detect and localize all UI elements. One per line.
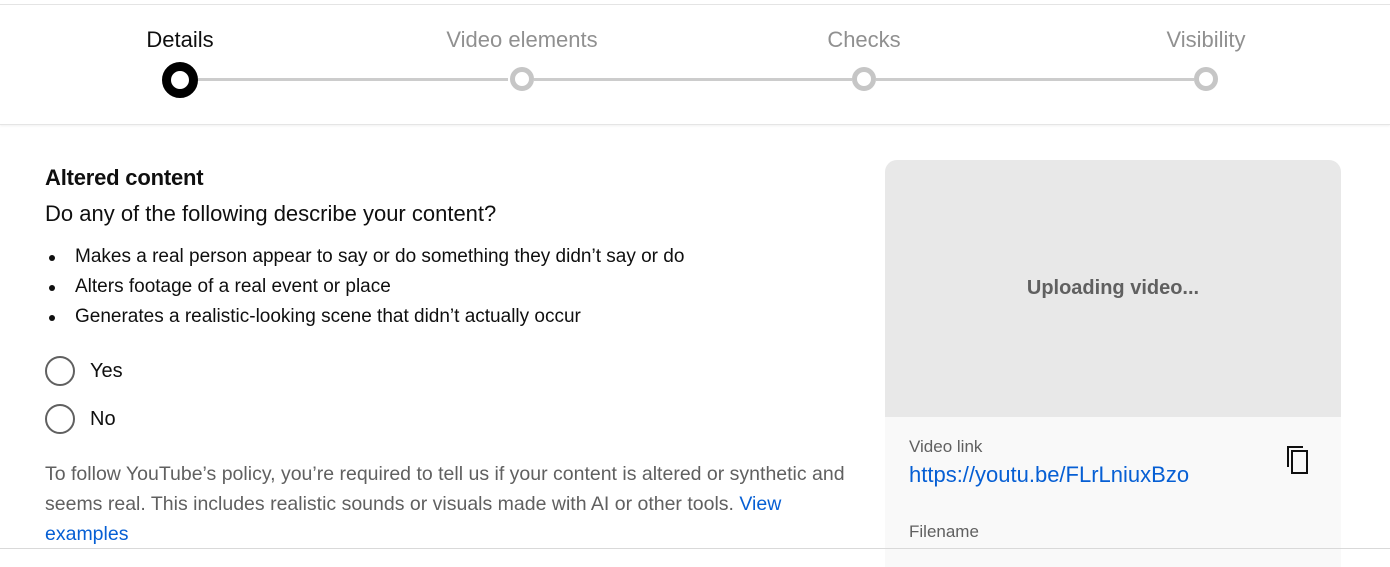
radio-yes[interactable] [45, 356, 75, 386]
step-video-elements-dot[interactable] [510, 67, 534, 91]
stepper-line [876, 78, 1194, 81]
step-details-label[interactable]: Details [60, 27, 300, 53]
radio-no-label[interactable]: No [90, 408, 116, 431]
upload-stepper: Details Video elements Checks Visibility [0, 5, 1390, 125]
video-link[interactable]: https://youtu.be/FLrLniuxBzo [909, 462, 1189, 488]
radio-yes-label[interactable]: Yes [90, 360, 123, 383]
stepper-line [198, 78, 508, 81]
step-checks-dot[interactable] [852, 67, 876, 91]
copy-icon[interactable] [1281, 442, 1317, 478]
altered-yes-option[interactable]: Yes [45, 356, 123, 386]
video-preview-card: Uploading video... Video link https://yo… [885, 160, 1341, 567]
video-preview: Uploading video... [885, 160, 1341, 417]
step-details-dot[interactable] [162, 62, 198, 98]
altered-no-option[interactable]: No [45, 404, 116, 434]
radio-no[interactable] [45, 404, 75, 434]
step-video-elements-label[interactable]: Video elements [402, 27, 642, 53]
altered-content-question: Do any of the following describe your co… [45, 201, 497, 226]
section-title: Altered content [45, 165, 204, 190]
upload-status: Uploading video... [1026, 277, 1200, 299]
stepper-line [534, 78, 852, 81]
step-checks-label[interactable]: Checks [744, 27, 984, 53]
policy-body: To follow YouTube’s policy, you’re requi… [45, 463, 845, 515]
policy-text: To follow YouTube’s policy, you’re requi… [45, 459, 855, 549]
video-link-label: Video link [909, 437, 983, 456]
criteria-list: Makes a real person appear to say or do … [45, 244, 684, 334]
list-item: Alters footage of a real event or place [45, 274, 684, 304]
bottom-divider [0, 548, 1390, 549]
list-item: Generates a realistic-looking scene that… [45, 304, 684, 334]
step-visibility-label[interactable]: Visibility [1086, 27, 1326, 53]
list-item: Makes a real person appear to say or do … [45, 244, 684, 274]
copy-link-button[interactable] [1281, 442, 1317, 478]
step-visibility-dot[interactable] [1194, 67, 1218, 91]
filename-label: Filename [909, 522, 979, 541]
